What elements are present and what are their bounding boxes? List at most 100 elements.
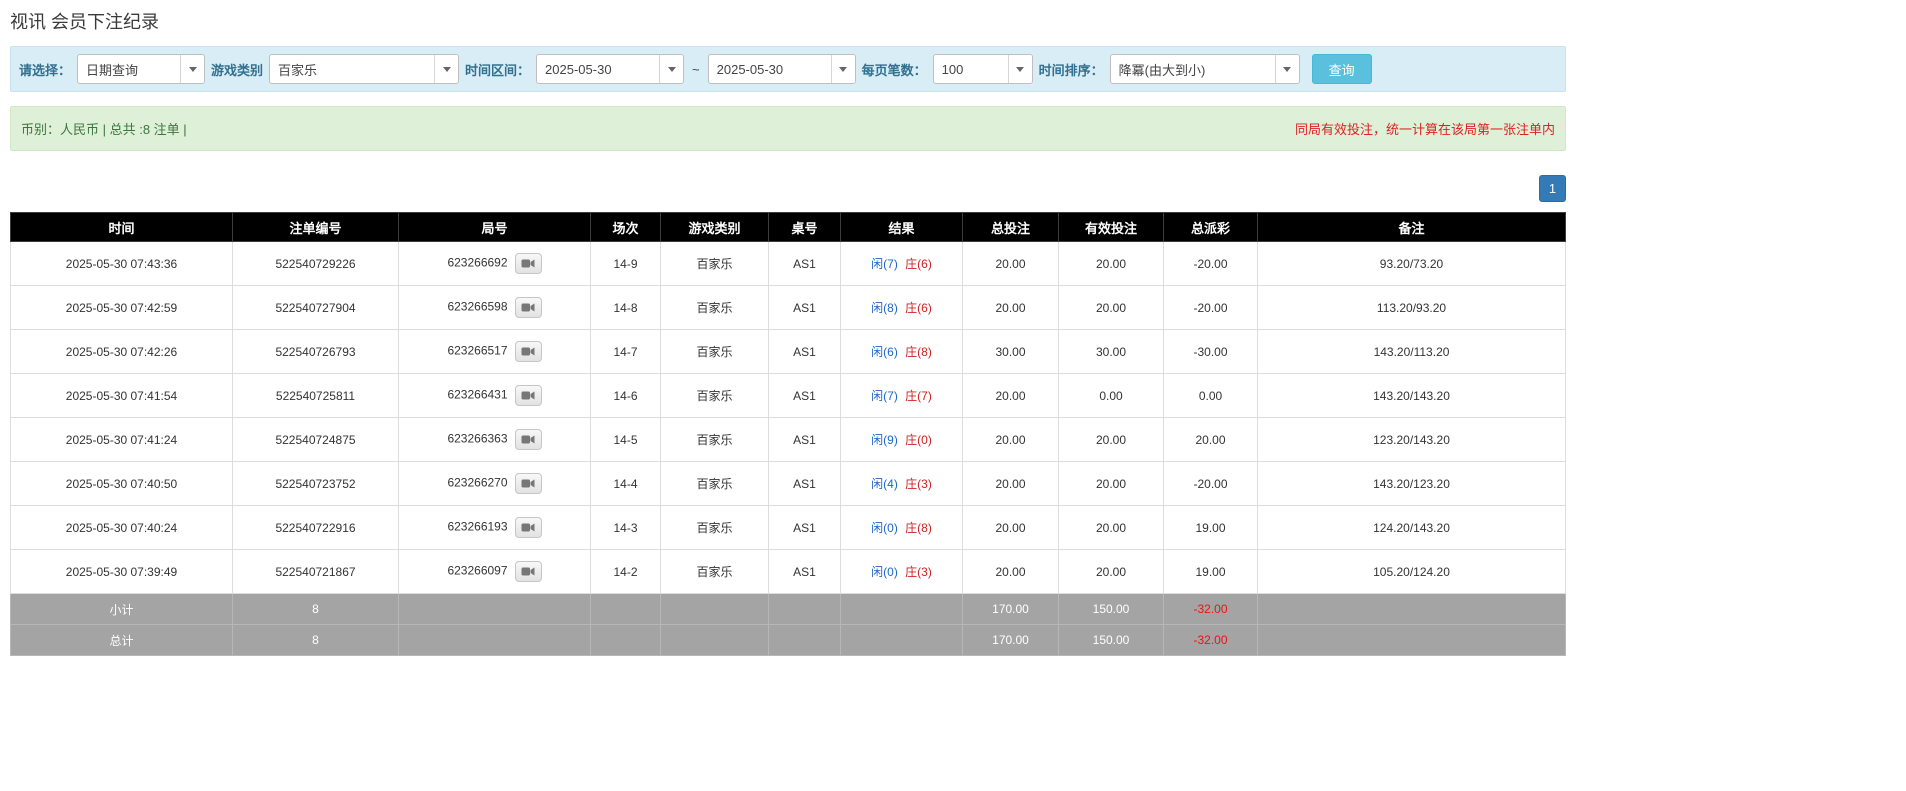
- search-button[interactable]: 查询: [1312, 54, 1372, 84]
- cell-bet-id: 522540722916: [233, 506, 399, 550]
- result-player: 闲(7): [871, 257, 898, 271]
- column-header-6: 桌号: [769, 213, 841, 242]
- game-type-dropdown[interactable]: 百家乐: [269, 54, 459, 84]
- cell-total-bet[interactable]: 20.00: [963, 242, 1059, 286]
- cell-total-bet[interactable]: 20.00: [963, 462, 1059, 506]
- column-header-9: 有效投注: [1059, 213, 1164, 242]
- subtotal-row-cell-7: 170.00: [963, 594, 1059, 625]
- cell-result: 闲(9) 庄(0): [841, 418, 963, 462]
- sort-order-dropdown[interactable]: 降冪(由大到小): [1110, 54, 1300, 84]
- cell-time: 2025-05-30 07:40:50: [11, 462, 233, 506]
- cell-total-bet[interactable]: 20.00: [963, 374, 1059, 418]
- total-row: 总计8170.00150.00-32.00: [11, 625, 1566, 656]
- cell-session: 14-2: [591, 550, 661, 594]
- video-replay-button[interactable]: [515, 429, 542, 450]
- cell-total-bet[interactable]: 20.00: [963, 506, 1059, 550]
- subtotal-row-cell-6: [841, 594, 963, 625]
- subtotal-row-cell-4: [661, 594, 769, 625]
- result-banker: 庄(8): [905, 345, 932, 359]
- total-row-cell-0: 总计: [11, 625, 233, 656]
- cell-round-id: 623266431: [399, 374, 591, 418]
- cell-result: 闲(0) 庄(3): [841, 550, 963, 594]
- column-header-2: 注单编号: [233, 213, 399, 242]
- currency-summary-text: 币别：人民币 | 总共 :8 注单 |: [21, 119, 187, 138]
- query-type-label: 请选择：: [19, 60, 71, 79]
- cell-time: 2025-05-30 07:42:59: [11, 286, 233, 330]
- video-replay-button[interactable]: [515, 297, 542, 318]
- cell-payout: -20.00: [1164, 286, 1258, 330]
- cell-session: 14-8: [591, 286, 661, 330]
- video-camera-icon: [521, 566, 535, 577]
- cell-round-id: 623266517: [399, 330, 591, 374]
- column-header-10: 总派彩: [1164, 213, 1258, 242]
- cell-table-no: AS1: [769, 242, 841, 286]
- cell-valid-bet: 20.00: [1059, 462, 1164, 506]
- game-type-value: 百家乐: [278, 60, 317, 79]
- cell-result: 闲(7) 庄(6): [841, 242, 963, 286]
- cell-session: 14-7: [591, 330, 661, 374]
- cell-table-no: AS1: [769, 374, 841, 418]
- result-banker: 庄(0): [905, 433, 932, 447]
- result-player: 闲(9): [871, 433, 898, 447]
- video-camera-icon: [521, 258, 535, 269]
- video-replay-button[interactable]: [515, 385, 542, 406]
- cell-bet-id: 522540723752: [233, 462, 399, 506]
- subtotal-row-cell-3: [591, 594, 661, 625]
- cell-total-bet[interactable]: 20.00: [963, 286, 1059, 330]
- cell-result: 闲(6) 庄(8): [841, 330, 963, 374]
- chevron-down-icon[interactable]: [1275, 55, 1299, 83]
- table-row: 2025-05-30 07:39:49522540721867623266097…: [11, 550, 1566, 594]
- chevron-down-icon[interactable]: [180, 55, 204, 83]
- records-table: 时间注单编号局号场次游戏类别桌号结果总投注有效投注总派彩备注 2025-05-3…: [10, 212, 1566, 656]
- video-replay-button[interactable]: [515, 517, 542, 538]
- video-replay-button[interactable]: [515, 253, 542, 274]
- page-button-1[interactable]: 1: [1539, 175, 1566, 202]
- total-row-cell-8: 150.00: [1059, 625, 1164, 656]
- cell-session: 14-5: [591, 418, 661, 462]
- date-range-separator: ~: [690, 62, 702, 77]
- cell-valid-bet: 20.00: [1059, 550, 1164, 594]
- query-type-dropdown[interactable]: 日期查询: [77, 54, 205, 84]
- cell-total-bet[interactable]: 20.00: [963, 418, 1059, 462]
- round-id-text: 623266598: [447, 300, 507, 314]
- cell-total-bet[interactable]: 30.00: [963, 330, 1059, 374]
- page-size-value: 100: [942, 62, 964, 77]
- cell-table-no: AS1: [769, 418, 841, 462]
- result-player: 闲(6): [871, 345, 898, 359]
- subtotal-row-cell-0: 小计: [11, 594, 233, 625]
- result-player: 闲(0): [871, 521, 898, 535]
- pagination: 1: [10, 175, 1566, 202]
- chevron-down-icon[interactable]: [1008, 55, 1032, 83]
- cell-remark: 105.20/124.20: [1258, 550, 1566, 594]
- column-header-1: 时间: [11, 213, 233, 242]
- time-range-label: 时间区间：: [465, 60, 530, 79]
- game-type-label: 游戏类别: [211, 60, 263, 79]
- video-replay-button[interactable]: [515, 473, 542, 494]
- chevron-down-icon[interactable]: [659, 55, 683, 83]
- result-banker: 庄(3): [905, 477, 932, 491]
- date-from-dropdown[interactable]: 2025-05-30: [536, 54, 684, 84]
- cell-game-type: 百家乐: [661, 330, 769, 374]
- column-header-5: 游戏类别: [661, 213, 769, 242]
- date-to-dropdown[interactable]: 2025-05-30: [708, 54, 856, 84]
- cell-session: 14-3: [591, 506, 661, 550]
- cell-result: 闲(7) 庄(7): [841, 374, 963, 418]
- page-size-dropdown[interactable]: 100: [933, 54, 1033, 84]
- chevron-down-icon[interactable]: [831, 55, 855, 83]
- subtotal-row-cell-2: [399, 594, 591, 625]
- cell-session: 14-4: [591, 462, 661, 506]
- video-replay-button[interactable]: [515, 561, 542, 582]
- video-camera-icon: [521, 346, 535, 357]
- cell-payout: 19.00: [1164, 506, 1258, 550]
- total-row-cell-3: [591, 625, 661, 656]
- cell-game-type: 百家乐: [661, 418, 769, 462]
- chevron-down-icon[interactable]: [434, 55, 458, 83]
- cell-game-type: 百家乐: [661, 550, 769, 594]
- video-replay-button[interactable]: [515, 341, 542, 362]
- subtotal-row-cell-10: [1258, 594, 1566, 625]
- cell-payout: -20.00: [1164, 462, 1258, 506]
- round-id-text: 623266363: [447, 432, 507, 446]
- cell-total-bet[interactable]: 20.00: [963, 550, 1059, 594]
- cell-payout: -20.00: [1164, 242, 1258, 286]
- table-row: 2025-05-30 07:41:54522540725811623266431…: [11, 374, 1566, 418]
